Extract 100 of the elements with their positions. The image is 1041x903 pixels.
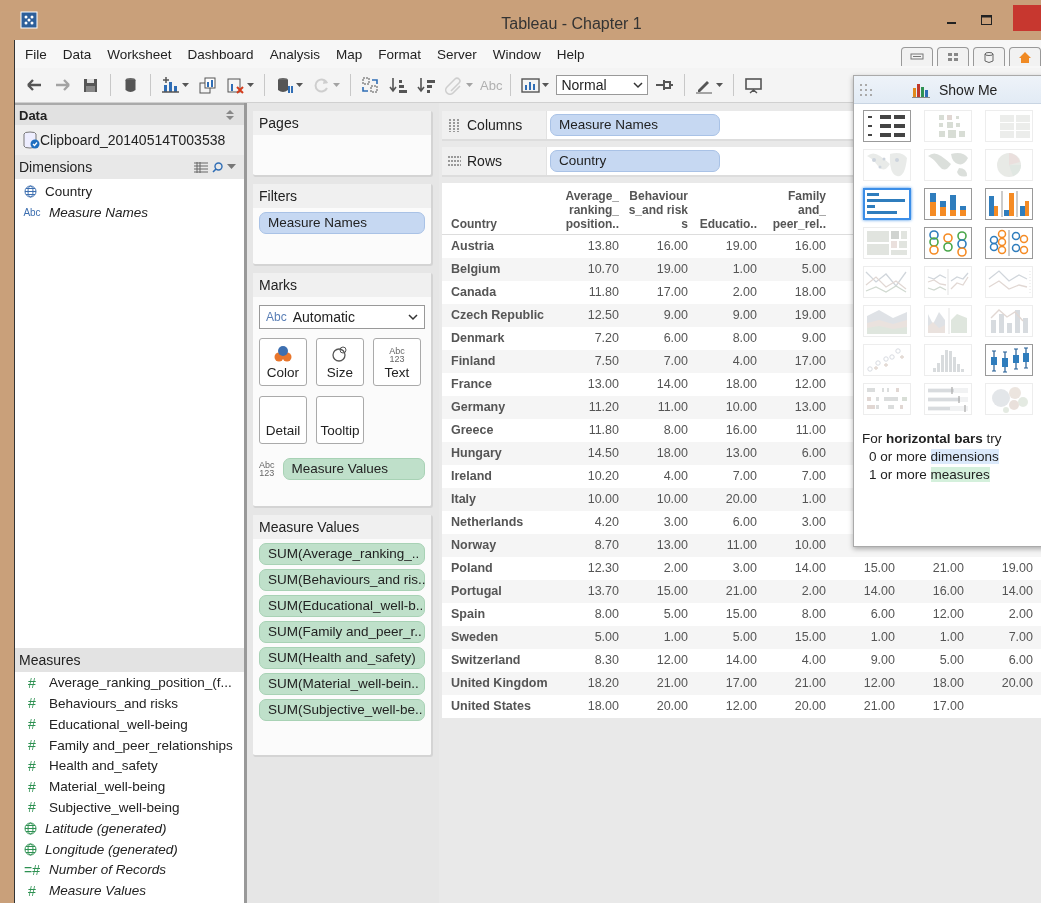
maximize-icon[interactable] bbox=[979, 13, 993, 27]
field-pill[interactable]: SUM(Average_ranking_.. bbox=[259, 543, 425, 565]
field-pill[interactable]: SUM(Health and_safety) bbox=[259, 647, 425, 669]
view-tab[interactable] bbox=[937, 47, 969, 66]
chart-type-button[interactable] bbox=[924, 188, 972, 220]
rows-icon bbox=[448, 154, 461, 168]
sort-arrows-icon[interactable] bbox=[226, 110, 234, 120]
search-icon[interactable] bbox=[212, 161, 223, 173]
field-item[interactable]: Material_well-being bbox=[49, 779, 166, 795]
menu-item[interactable]: Worksheet bbox=[107, 46, 172, 62]
table-cell-text: 9.00 bbox=[800, 330, 827, 347]
menu-item[interactable]: Format bbox=[378, 46, 421, 62]
field-pill[interactable]: Measure Values bbox=[282, 458, 425, 480]
window-title: Tableau - Chapter 1 bbox=[500, 15, 643, 33]
field-pill[interactable]: Country bbox=[550, 150, 720, 172]
toolbar-button[interactable] bbox=[224, 75, 256, 95]
table-cell-text: 13.00 bbox=[586, 376, 620, 393]
menu-item[interactable]: Analysis bbox=[269, 46, 320, 62]
caret-icon[interactable] bbox=[227, 164, 236, 170]
table-cell-text: 4.20 bbox=[593, 514, 620, 531]
field-item[interactable]: Measure Values bbox=[49, 883, 147, 899]
table-cell-text: 10.70 bbox=[586, 261, 620, 278]
mark-card-button[interactable]: Color bbox=[259, 338, 307, 386]
text-mark-icon: Abc 123 bbox=[259, 461, 275, 477]
menu-item[interactable]: Dashboard bbox=[187, 46, 254, 62]
list-view-icon[interactable] bbox=[194, 161, 208, 173]
view-tab[interactable] bbox=[973, 47, 1005, 66]
field-pill[interactable]: SUM(Material_well-bein.. bbox=[259, 673, 425, 695]
table-cell-text: 21.00 bbox=[724, 583, 758, 600]
field-item[interactable]: Subjective_well-being bbox=[49, 799, 180, 815]
table-cell-text: 11.00 bbox=[794, 422, 827, 439]
table-cell-text: 21.00 bbox=[793, 675, 827, 692]
mark-card-button[interactable]: Tooltip bbox=[316, 396, 364, 444]
table-cell-text: Netherlands bbox=[450, 514, 525, 531]
mark-card-button[interactable]: Detail bbox=[259, 396, 307, 444]
toolbar-button[interactable] bbox=[196, 75, 219, 95]
view-tab[interactable] bbox=[901, 47, 933, 66]
field-pill[interactable]: Measure Names bbox=[259, 212, 425, 234]
toolbar-button[interactable] bbox=[387, 75, 410, 95]
field-item[interactable]: Behaviours_and risks bbox=[49, 695, 179, 711]
toolbar-button[interactable] bbox=[519, 75, 552, 95]
table-cell-text: 18.00 bbox=[655, 445, 689, 462]
chart-type-button[interactable] bbox=[985, 344, 1033, 376]
field-pill[interactable]: SUM(Behaviours_and ris.. bbox=[259, 569, 425, 591]
table-cell-text: 18.00 bbox=[793, 284, 827, 301]
menu-item[interactable]: File bbox=[25, 46, 47, 62]
table-cell-text: 18.00 bbox=[724, 376, 758, 393]
table-cell-text: Denmark bbox=[450, 330, 506, 347]
field-pill[interactable]: SUM(Subjective_well-be.. bbox=[259, 699, 425, 721]
field-pill[interactable]: SUM(Educational_well-b.. bbox=[259, 595, 425, 617]
field-item[interactable]: Country bbox=[45, 183, 93, 199]
field-pill[interactable]: SUM(Family and_peer_r.. bbox=[259, 621, 425, 643]
table-cell-text: 12.00 bbox=[931, 606, 965, 623]
chart-type-button[interactable] bbox=[985, 227, 1033, 259]
menu-item[interactable]: Help bbox=[556, 46, 585, 62]
caret-icon bbox=[466, 82, 473, 88]
field-item[interactable]: Family and_peer_relationships bbox=[49, 737, 233, 753]
column-header: Family and_ peer_rel.. bbox=[761, 184, 830, 235]
field-item[interactable]: Educational_well-being bbox=[49, 716, 188, 732]
field-pill[interactable]: Measure Names bbox=[550, 114, 720, 136]
table-cell-text: Finland bbox=[450, 353, 497, 370]
table-cell-text: 11.20 bbox=[587, 399, 620, 416]
field-item[interactable]: Measure Names bbox=[49, 204, 149, 220]
table-cell-text: 4.00 bbox=[800, 652, 827, 669]
caret-icon bbox=[296, 82, 303, 88]
field-item[interactable]: Latitude (generated) bbox=[45, 820, 167, 836]
globe-icon bbox=[24, 821, 37, 835]
table-cell-text: Norway bbox=[450, 537, 498, 554]
field-item[interactable]: Number of Records bbox=[49, 862, 167, 878]
toolbar-button[interactable] bbox=[159, 75, 191, 95]
grip-icon[interactable] bbox=[860, 83, 872, 96]
table-cell-text: 13.80 bbox=[586, 238, 620, 255]
menu-item[interactable]: Window bbox=[492, 46, 541, 62]
table-cell-text: 21.00 bbox=[655, 675, 689, 692]
view-tab[interactable] bbox=[1009, 47, 1041, 66]
menu-item[interactable]: Map bbox=[335, 46, 363, 62]
card-title: Marks bbox=[253, 273, 431, 297]
field-item[interactable]: Longitude (generated) bbox=[45, 841, 178, 857]
table-cell-text: 5.00 bbox=[593, 629, 620, 646]
pane-title: Data bbox=[19, 107, 48, 123]
chart-type-button[interactable] bbox=[863, 188, 911, 220]
table-cell-text: 3.00 bbox=[731, 560, 758, 577]
app-icon bbox=[20, 11, 38, 29]
table-cell-text: 7.50 bbox=[593, 353, 620, 370]
swap-icon bbox=[361, 75, 380, 95]
table-cell-text: 11.00 bbox=[656, 399, 689, 416]
table-cell-text: 15.00 bbox=[724, 606, 758, 623]
chart-type-button[interactable] bbox=[985, 188, 1033, 220]
mark-card-button[interactable]: Size bbox=[316, 338, 364, 386]
mark-card-button[interactable]: Abc 123 Text bbox=[373, 338, 421, 386]
table-cell-text: 19.00 bbox=[724, 238, 758, 255]
table-cell-text: 2.00 bbox=[731, 284, 758, 301]
toolbar-button[interactable] bbox=[415, 75, 438, 95]
menu-item[interactable]: Server bbox=[436, 46, 477, 62]
mark-type-dropdown[interactable]: Abc Automatic bbox=[259, 305, 425, 329]
menu-item[interactable]: Data bbox=[62, 46, 92, 62]
field-item[interactable]: Average_ranking_position_(f... bbox=[49, 675, 232, 691]
field-item[interactable]: Health and_safety bbox=[49, 758, 158, 774]
fit-dropdown[interactable]: Normal bbox=[556, 75, 649, 95]
chart-type-button[interactable] bbox=[863, 110, 911, 142]
